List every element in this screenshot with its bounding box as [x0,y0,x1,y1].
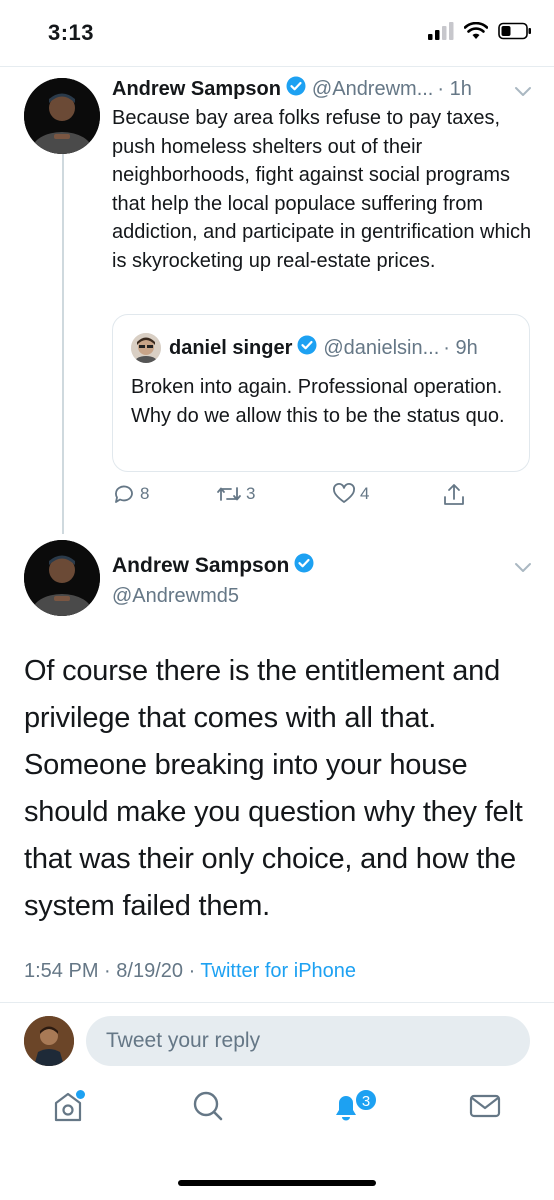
top-divider [0,66,554,67]
status-icons [428,22,532,40]
reply-button[interactable]: 8 [112,482,149,506]
quoted-tweet-card[interactable]: daniel singer @danielsin... · 9h Broken … [112,314,530,472]
author-name[interactable]: Andrew Sampson [112,554,289,578]
current-user-avatar[interactable] [24,1016,74,1066]
retweet-button[interactable]: 3 [216,482,255,506]
avatar[interactable] [24,540,100,616]
quoted-tweet-age: · 9h [443,336,478,359]
main-tweet-header: Andrew Sampson @Andrewmd5 [112,553,320,608]
avatar[interactable] [24,78,100,154]
bottom-divider [0,1002,554,1003]
tweet-source-link[interactable]: Twitter for iPhone [200,960,356,982]
cellular-signal-icon [428,22,454,40]
quoted-author-handle: @danielsin... [323,336,440,359]
tweet-time: 1:54 PM [24,960,99,982]
verified-icon [286,76,306,102]
quoted-tweet-header: daniel singer @danielsin... · 9h [169,335,478,361]
home-unread-dot [76,1090,85,1099]
reply-count: 8 [140,484,150,503]
verified-icon [297,335,317,361]
author-handle[interactable]: @Andrewmd5 [112,585,320,608]
quoted-author-name: daniel singer [169,336,293,359]
tweet-meta: 1:54 PM · 8/19/20 · Twitter for iPhone [24,960,357,982]
chevron-down-icon[interactable] [512,556,534,578]
reply-input[interactable]: Tweet your reply [86,1016,530,1066]
main-tweet-text: Of course there is the entitlement and p… [24,655,523,922]
retweet-count: 3 [246,484,256,503]
reply-icon [115,485,133,503]
mail-icon[interactable] [465,1086,505,1126]
notifications-badge: 3 [354,1088,378,1112]
thread-tweet-header: Andrew Sampson @Andrewm... · 1h [112,76,472,102]
battery-icon [498,22,531,40]
share-icon [444,484,464,505]
verified-icon [294,553,314,579]
retweet-icon [217,487,241,501]
thread-connector [62,154,64,534]
status-time: 3:13 [48,20,95,45]
author-handle: @Andrewm... [311,77,434,100]
quoted-tweet-text: Broken into again. Professional operatio… [131,376,505,427]
wifi-icon [464,22,488,39]
heart-icon [333,483,355,503]
main-author-row: Andrew Sampson [112,553,320,579]
author-name[interactable]: Andrew Sampson [112,78,281,101]
like-count: 4 [360,484,370,503]
like-button[interactable]: 4 [332,482,369,506]
quoted-avatar [131,333,161,363]
search-icon[interactable] [188,1086,228,1126]
tweet-actions: 8 3 4 [112,482,472,512]
tweet-age: · 1h [437,77,472,100]
tweet-date: 8/19/20 [116,960,183,982]
share-button[interactable] [442,482,466,508]
reply-placeholder: Tweet your reply [106,1029,261,1052]
chevron-down-icon[interactable] [512,80,534,102]
thread-tweet-text: Because bay area folks refuse to pay tax… [112,107,532,272]
home-indicator[interactable] [178,1180,376,1186]
status-bar: 3:13 [0,0,554,66]
